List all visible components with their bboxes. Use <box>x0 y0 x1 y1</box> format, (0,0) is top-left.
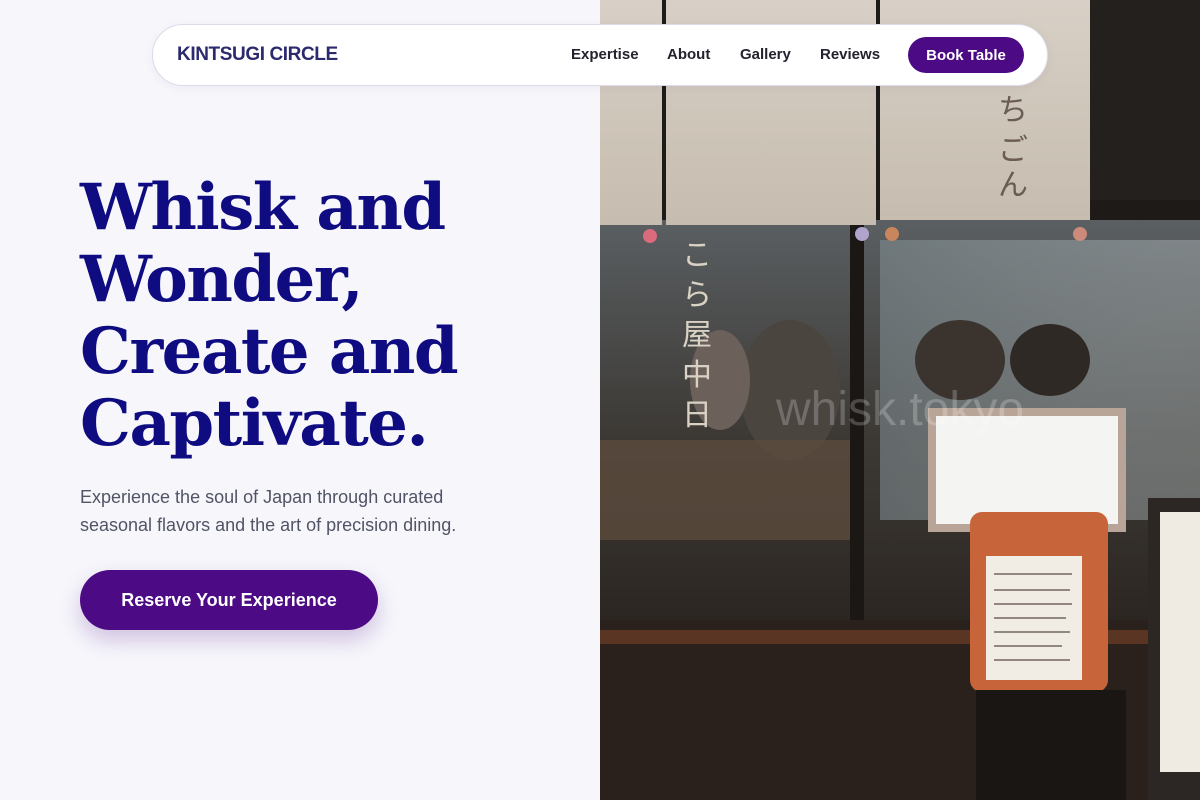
restaurant-photo: ち ご ん こ ら 屋 中 日 whisk.tokyo <box>600 0 1200 800</box>
svg-text:屋: 屋 <box>682 318 712 353</box>
book-table-button[interactable]: Book Table <box>908 37 1024 73</box>
nav-link-expertise[interactable]: Expertise <box>571 46 639 63</box>
hero-subtitle: Experience the soul of Japan through cur… <box>80 483 520 539</box>
subtitle-line-1: Experience the soul of Japan through cur… <box>80 487 444 507</box>
brand-logo[interactable]: KINTSUGI CIRCLE <box>177 44 338 66</box>
svg-text:ら: ら <box>682 278 712 313</box>
headline-line-4: Captivate. <box>80 386 429 461</box>
svg-text:ん: ん <box>998 168 1028 203</box>
top-navigation-bar: KINTSUGI CIRCLE Expertise About Gallery … <box>152 24 1048 86</box>
nav-link-gallery[interactable]: Gallery <box>740 46 791 63</box>
hero-headline: Whisk and Wonder, Create and Captivate. <box>80 172 580 460</box>
photo-watermark: whisk.tokyo <box>775 383 1024 436</box>
svg-text:日: 日 <box>682 398 712 433</box>
restaurant-storefront-image: ち ご ん こ ら 屋 中 日 whisk.tokyo <box>600 0 1200 800</box>
svg-text:中: 中 <box>682 358 712 393</box>
headline-line-3: Create and <box>80 314 459 389</box>
svg-text:ち: ち <box>998 93 1028 128</box>
headline-line-1: Whisk and <box>80 170 446 245</box>
subtitle-line-2: seasonal flavors and the art of precisio… <box>80 515 457 535</box>
svg-text:こ: こ <box>682 238 712 273</box>
nav-link-about[interactable]: About <box>667 46 710 63</box>
svg-text:ご: ご <box>998 133 1028 168</box>
reserve-experience-button[interactable]: Reserve Your Experience <box>80 570 378 630</box>
nav-link-reviews[interactable]: Reviews <box>820 46 880 63</box>
headline-line-2: Wonder, <box>80 242 364 317</box>
